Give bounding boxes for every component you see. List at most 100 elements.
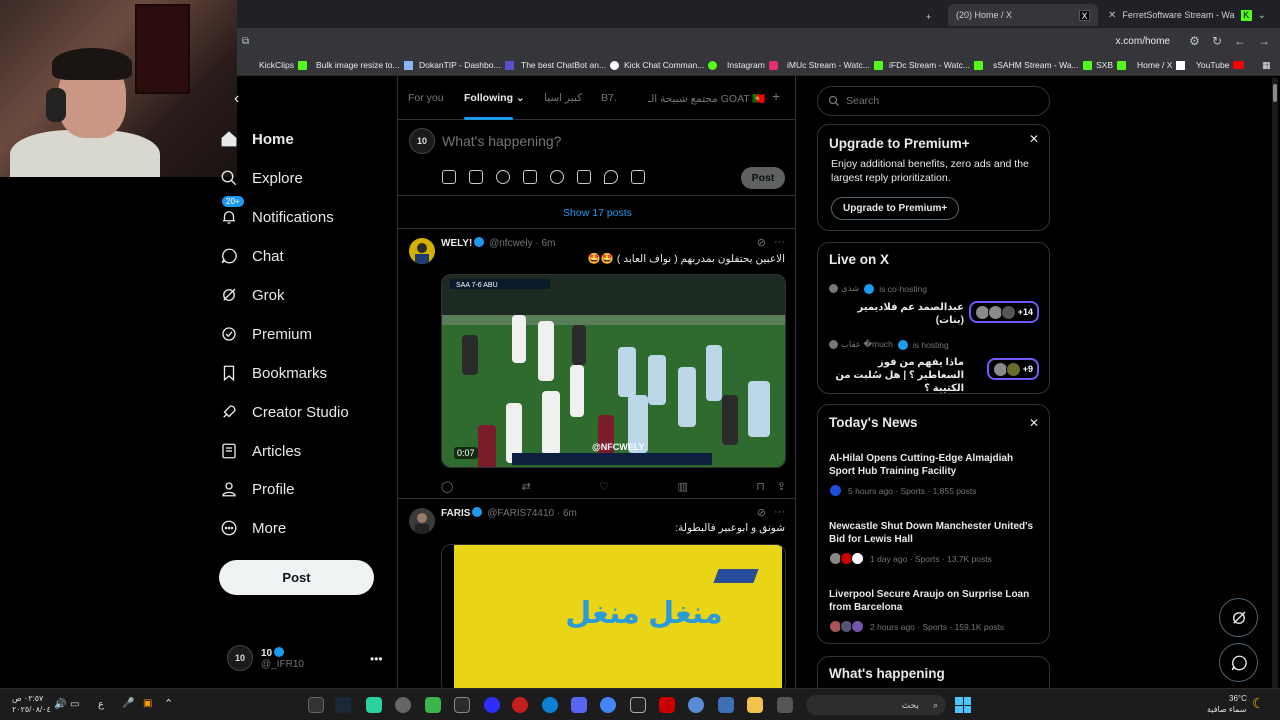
app-icon[interactable] — [512, 697, 528, 713]
tweet-image[interactable]: منغل منغل — [441, 544, 786, 688]
tweet-author[interactable]: FARIS — [441, 508, 470, 519]
nav-notifications[interactable]: 20+ Notifications — [220, 196, 334, 226]
bookmark-icon[interactable]: ⊓ — [756, 480, 765, 493]
url-field[interactable]: x.com/home — [1116, 36, 1170, 47]
new-tab-button[interactable]: + — [918, 6, 939, 28]
app-icon[interactable] — [777, 697, 793, 713]
weather-temp[interactable]: 36°C — [1229, 694, 1247, 703]
flag-icon[interactable] — [631, 170, 645, 184]
tweet-video[interactable]: SAA 7-6 ABU @NFCWELY 0:07 — [441, 274, 786, 468]
location-icon[interactable] — [604, 170, 618, 184]
nav-home[interactable]: Home — [220, 130, 294, 148]
bookmark-kickclips[interactable]: KickClips — [259, 60, 307, 70]
windows-start-icon[interactable] — [955, 697, 971, 713]
reply-icon[interactable]: ◯ — [441, 480, 453, 493]
bookmark-ssahm[interactable]: sSAHM Stream - Wa... — [993, 60, 1092, 70]
tweet-time[interactable]: 6m — [542, 238, 556, 249]
scrollbar-thumb[interactable] — [1273, 84, 1277, 102]
close-tab-icon[interactable]: ✕ — [1108, 10, 1116, 21]
grok-icon[interactable] — [496, 170, 510, 184]
tab-following[interactable]: Following ⌄ — [464, 92, 525, 120]
live-space-title[interactable]: عبدالصمد عم فلاديمير (بنات) — [829, 301, 964, 327]
nav-more[interactable]: More — [220, 519, 286, 537]
close-icon[interactable]: ✕ — [1029, 416, 1039, 430]
share-icon[interactable]: ⇪ — [777, 480, 786, 493]
live-space-pill[interactable]: +9 — [986, 358, 1039, 380]
nav-grok[interactable]: Grok — [220, 286, 285, 304]
gif-icon[interactable] — [469, 170, 483, 184]
post-button[interactable]: Post — [219, 560, 374, 595]
news-headline[interactable]: Liverpool Secure Araujo on Surprise Loan… — [829, 588, 1039, 614]
grok-icon[interactable]: ⊘ — [757, 506, 766, 519]
schedule-icon[interactable] — [577, 170, 591, 184]
taskbar-search[interactable]: بحث ⌕ — [806, 695, 946, 715]
mic-icon[interactable]: 🎤 — [122, 698, 134, 709]
weather-desc[interactable]: سماء صافية — [1207, 705, 1247, 714]
tab-for-you[interactable]: For you — [408, 92, 444, 104]
nav-bookmarks[interactable]: Bookmarks — [220, 364, 327, 382]
repost-icon[interactable]: ⇄ — [522, 480, 531, 493]
search-input[interactable]: Search — [817, 86, 1050, 116]
nav-creator-studio[interactable]: Creator Studio — [220, 403, 349, 421]
bookmark-kick-chat[interactable]: Kick Chat Comman... — [624, 60, 718, 70]
network-icon[interactable]: ▭ — [70, 699, 79, 710]
app-icon[interactable] — [366, 697, 382, 713]
tweet-handle[interactable]: @FARIS74410 — [487, 508, 554, 519]
chevron-down-icon[interactable]: ⌄ — [1258, 10, 1266, 21]
site-info-icon[interactable]: ⧉ — [242, 36, 249, 47]
like-icon[interactable]: ♡ — [599, 480, 609, 493]
nav-articles[interactable]: Articles — [220, 442, 301, 460]
all-bookmarks-icon[interactable]: ▦ — [1262, 60, 1271, 71]
show-new-posts[interactable]: Show 17 posts — [398, 197, 795, 229]
live-space-title[interactable]: ماذا يفهم من فوز السعاطير ؟ | هل سُلبت م… — [829, 356, 964, 395]
bookmark-imuc[interactable]: iMUc Stream - Watc... — [787, 60, 883, 70]
compose-input[interactable]: What's happening? — [442, 133, 561, 149]
tune-icon[interactable]: ⚙ — [1189, 34, 1200, 48]
back-chevron-icon[interactable]: ‹ — [234, 90, 239, 108]
nav-premium[interactable]: Premium — [220, 325, 312, 343]
more-dots-icon[interactable]: ··· — [774, 236, 785, 249]
emoji-icon[interactable] — [550, 170, 564, 184]
upgrade-premium-button[interactable]: Upgrade to Premium+ — [831, 197, 960, 220]
live-space-pill[interactable]: +14 — [968, 301, 1039, 323]
chrome-icon[interactable] — [600, 697, 616, 713]
add-tab-icon[interactable]: + — [772, 88, 780, 104]
poll-icon[interactable] — [523, 170, 537, 184]
settings-icon[interactable] — [395, 697, 411, 713]
tab-home-x[interactable]: (20) Home / X X — [948, 4, 1098, 26]
account-switcher[interactable]: 10 10 @_IFR10 — [227, 645, 304, 671]
discord-icon[interactable] — [571, 697, 587, 713]
nav-explore[interactable]: Explore — [220, 169, 303, 187]
bookmark-sxb[interactable]: SXB — [1096, 60, 1127, 70]
bookmark-bulk-image[interactable]: Bulk image resize to... — [316, 60, 413, 70]
tweet-author[interactable]: WELY! — [441, 238, 472, 249]
bookmark-dokantip[interactable]: DokanTIP - Dashbo... — [419, 60, 514, 70]
tab-community-2[interactable]: B7. — [601, 92, 617, 104]
app-icon[interactable] — [688, 697, 704, 713]
forward-icon[interactable]: → — [1258, 34, 1270, 48]
tray-app-icon[interactable]: ▣ — [143, 698, 152, 709]
grok-fab[interactable] — [1219, 598, 1258, 637]
language-indicator[interactable]: ع — [98, 699, 104, 710]
bookmark-instagram[interactable]: Instagram — [727, 60, 778, 70]
volume-icon[interactable]: 🔊 — [54, 699, 66, 710]
file-explorer-icon[interactable] — [747, 697, 763, 713]
tweet[interactable]: WELY! @nfcwely · 6m ⊘ ··· الاعبين يحتفلون… — [398, 230, 795, 498]
task-view-icon[interactable] — [308, 697, 324, 713]
steam-icon[interactable] — [335, 697, 351, 713]
nav-profile[interactable]: Profile — [220, 480, 295, 498]
bookmark-ifdc[interactable]: iFDc Stream - Watc... — [889, 60, 983, 70]
chat-fab[interactable] — [1219, 643, 1258, 682]
tweet[interactable]: FARIS @FARIS74410 · 6m ⊘ ··· شونق و ابوعب… — [398, 500, 795, 688]
image-icon[interactable] — [442, 170, 456, 184]
nav-chat[interactable]: Chat — [220, 247, 284, 265]
tab-community-1[interactable]: كبير اسيا — [544, 92, 582, 104]
store-icon[interactable] — [425, 697, 441, 713]
grok-icon[interactable]: ⊘ — [757, 236, 766, 249]
scrollbar[interactable] — [1272, 78, 1278, 688]
epic-games-icon[interactable] — [454, 697, 470, 713]
tweet-time[interactable]: 6m — [563, 508, 577, 519]
app-icon[interactable] — [484, 697, 500, 713]
back-icon[interactable]: ← — [1234, 34, 1246, 48]
close-icon[interactable]: ✕ — [1029, 132, 1039, 146]
